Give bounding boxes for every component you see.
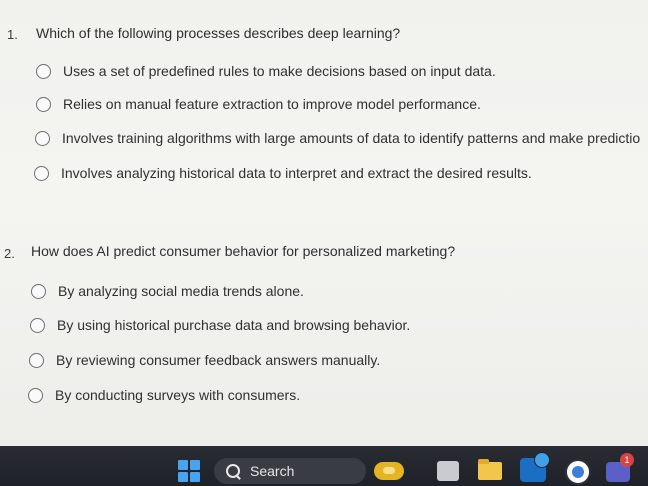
option-label: By using historical purchase data and br… bbox=[57, 317, 411, 333]
question-text: How does AI predict consumer behavior fo… bbox=[31, 243, 456, 259]
answer-option-2b[interactable]: By using historical purchase data and br… bbox=[30, 317, 410, 333]
answer-option-2a[interactable]: By analyzing social media trends alone. bbox=[31, 283, 304, 299]
radio-button[interactable] bbox=[36, 63, 51, 79]
weather-icon[interactable] bbox=[374, 462, 404, 480]
quiz-page: 1. Which of the following processes desc… bbox=[0, 0, 648, 446]
outlook-icon[interactable] bbox=[520, 452, 550, 482]
file-explorer-icon[interactable] bbox=[478, 459, 502, 480]
taskbar: Search 1 bbox=[0, 446, 648, 486]
option-label: By conducting surveys with consumers. bbox=[55, 387, 301, 403]
taskbar-search-box[interactable]: Search bbox=[214, 458, 366, 484]
answer-option-1a[interactable]: Uses a set of predefined rules to make d… bbox=[36, 63, 496, 79]
edge-icon[interactable] bbox=[565, 459, 591, 485]
search-label: Search bbox=[250, 463, 295, 479]
notification-badge bbox=[534, 452, 550, 468]
windows-start-icon[interactable] bbox=[178, 460, 200, 482]
answer-option-1c[interactable]: Involves training algorithms with large … bbox=[35, 130, 640, 146]
app-icon[interactable] bbox=[437, 461, 459, 481]
question-text: Which of the following processes describ… bbox=[36, 25, 401, 41]
question-number: 2. bbox=[4, 246, 15, 261]
radio-button[interactable] bbox=[30, 317, 45, 333]
answer-option-1d[interactable]: Involves analyzing historical data to in… bbox=[34, 165, 532, 181]
option-label: By analyzing social media trends alone. bbox=[58, 283, 304, 299]
question-number: 1. bbox=[7, 27, 18, 42]
search-icon bbox=[226, 464, 240, 478]
radio-button[interactable] bbox=[29, 352, 44, 368]
radio-button[interactable] bbox=[34, 165, 49, 181]
option-label: Relies on manual feature extraction to i… bbox=[63, 96, 481, 112]
option-label: Involves analyzing historical data to in… bbox=[61, 165, 532, 181]
radio-button[interactable] bbox=[28, 387, 43, 403]
radio-button[interactable] bbox=[36, 96, 51, 112]
notification-count-badge: 1 bbox=[620, 453, 634, 467]
answer-option-2d[interactable]: By conducting surveys with consumers. bbox=[28, 387, 300, 403]
answer-option-1b[interactable]: Relies on manual feature extraction to i… bbox=[36, 96, 481, 112]
radio-button[interactable] bbox=[31, 283, 46, 299]
option-label: Involves training algorithms with large … bbox=[62, 130, 641, 146]
option-label: Uses a set of predefined rules to make d… bbox=[63, 63, 496, 79]
radio-button[interactable] bbox=[35, 130, 50, 146]
teams-icon[interactable]: 1 bbox=[606, 453, 634, 482]
answer-option-2c[interactable]: By reviewing consumer feedback answers m… bbox=[29, 352, 380, 368]
option-label: By reviewing consumer feedback answers m… bbox=[56, 352, 381, 368]
